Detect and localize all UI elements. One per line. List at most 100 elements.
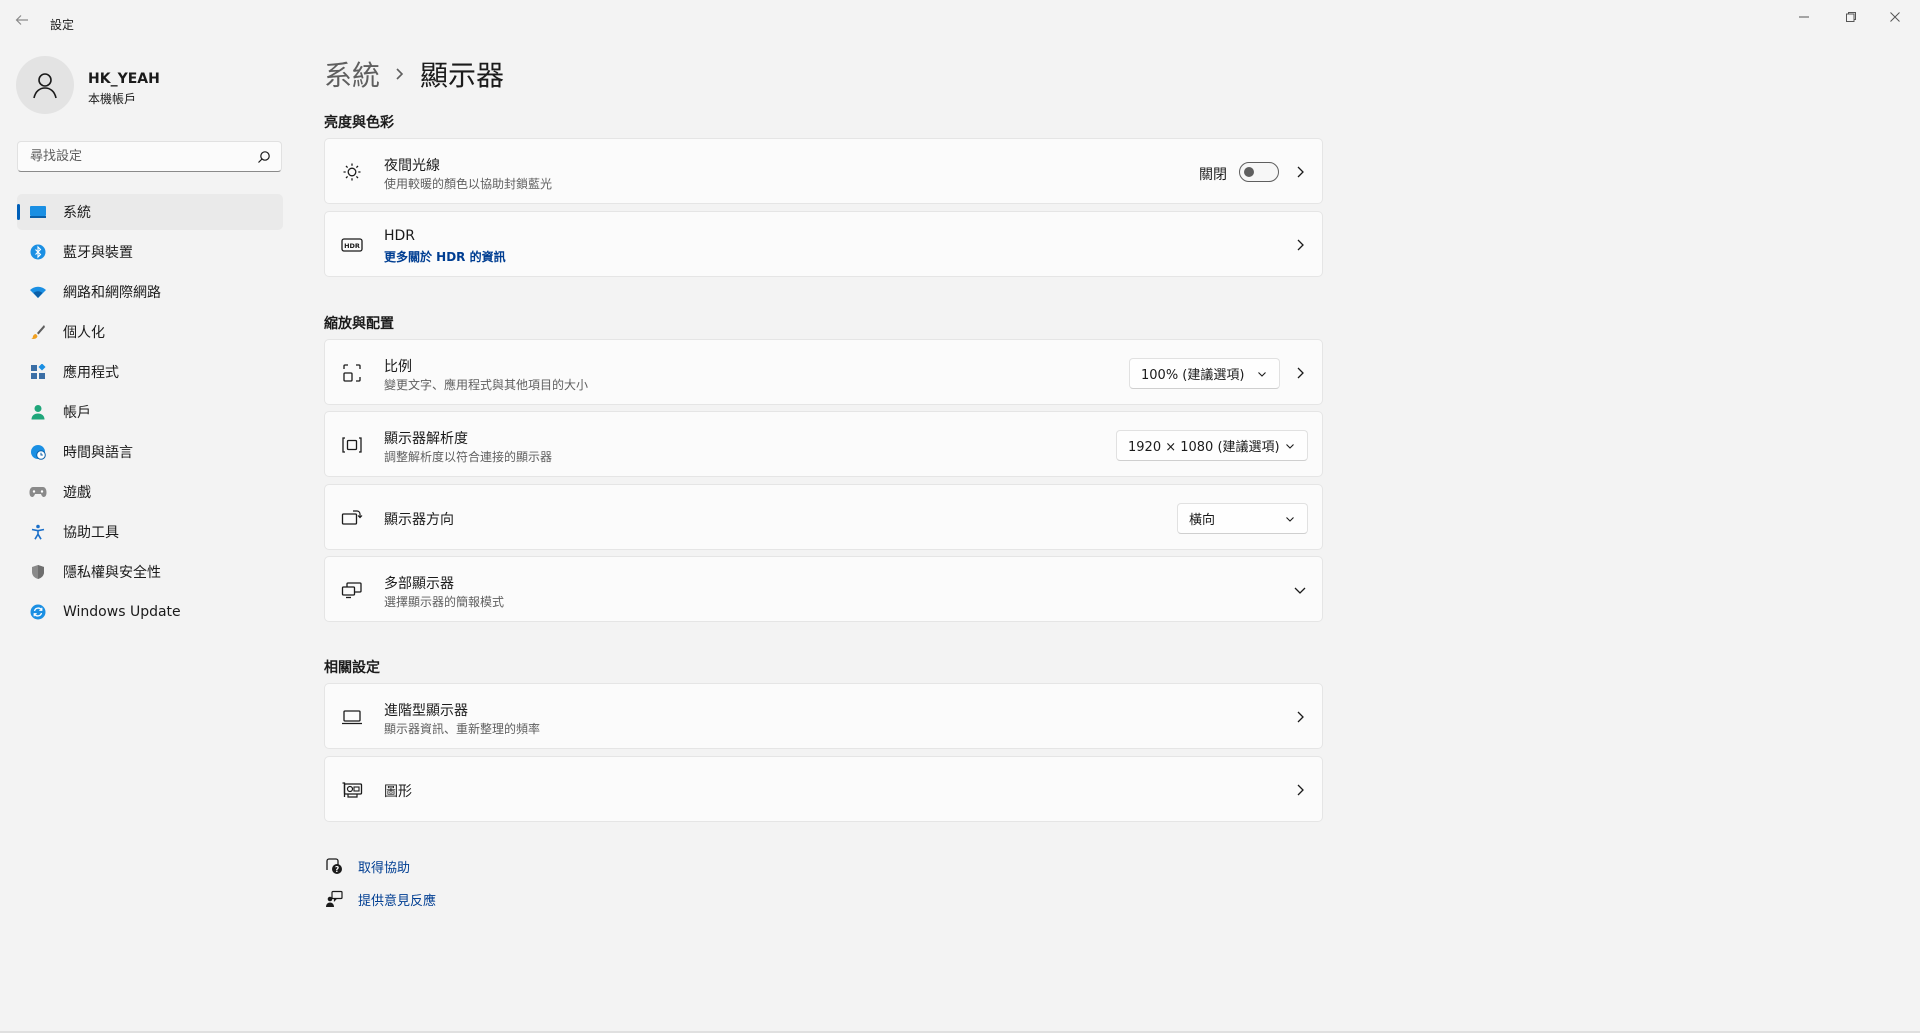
close-icon[interactable] (1873, 4, 1917, 30)
sidebar-item-label: 藍牙與裝置 (63, 245, 133, 261)
orientation-dropdown[interactable]: 橫向 (1177, 503, 1308, 534)
account-icon (27, 401, 49, 423)
sidebar-item-bluetooth[interactable]: 藍牙與裝置 (17, 234, 283, 270)
windows-update-icon (27, 601, 49, 623)
brightness-icon (341, 161, 363, 183)
advanced-display-title: 進階型顯示器 (384, 703, 468, 719)
sidebar-item-label: 協助工具 (63, 525, 119, 541)
account-type: 本機帳戶 (88, 92, 137, 106)
multiple-displays-title: 多部顯示器 (384, 576, 454, 592)
orientation-icon (341, 507, 363, 529)
restore-icon[interactable] (1829, 4, 1873, 30)
feedback-icon (324, 889, 344, 909)
chevron-right-icon[interactable] (1292, 709, 1308, 725)
active-indicator (17, 204, 20, 220)
section-title-scale-layout: 縮放與配置 (324, 316, 394, 332)
svg-text:?: ? (335, 865, 339, 874)
get-help-link[interactable]: ? 取得協助 (324, 856, 410, 876)
breadcrumb-parent[interactable]: 系統 (324, 54, 380, 94)
sidebar-item-gaming[interactable]: 遊戲 (17, 474, 283, 510)
chevron-right-icon (394, 67, 406, 81)
toggle-knob (1244, 167, 1254, 177)
resolution-title: 顯示器解析度 (384, 431, 468, 447)
sidebar-item-windows-update[interactable]: Windows Update (17, 594, 283, 630)
search-icon[interactable] (257, 149, 271, 168)
orientation-dropdown-value: 橫向 (1189, 513, 1216, 528)
resolution-dropdown[interactable]: 1920 × 1080 (建議選項) (1116, 430, 1308, 461)
minimize-icon[interactable] (1782, 4, 1826, 30)
sidebar-item-time-language[interactable]: 時間與語言 (17, 434, 283, 470)
scale-dropdown[interactable]: 100% (建議選項) (1129, 358, 1280, 389)
sidebar-item-label: 網路和網際網路 (63, 285, 161, 301)
graphics-card[interactable]: 圖形 (324, 756, 1323, 822)
multiple-displays-card[interactable]: 多部顯示器 選擇顯示器的簡報模式 (324, 556, 1323, 622)
help-icon: ? (324, 856, 344, 876)
sidebar-item-network[interactable]: 網路和網際網路 (17, 274, 283, 310)
bluetooth-icon (27, 241, 49, 263)
night-light-title: 夜間光線 (384, 158, 440, 174)
chevron-down-icon (1256, 368, 1268, 384)
get-help-label: 取得協助 (358, 860, 411, 876)
resolution-dropdown-value: 1920 × 1080 (建議選項) (1128, 440, 1280, 455)
section-title-brightness: 亮度與色彩 (324, 115, 394, 131)
back-arrow-icon[interactable] (14, 12, 34, 32)
avatar (16, 56, 74, 114)
sidebar-nav: 系統 藍牙與裝置 網路和網際網路 個人化 應用程式 帳戶 時間與語言 遊戲 協助… (17, 194, 283, 634)
time-language-icon (27, 441, 49, 463)
scale-icon (341, 362, 363, 384)
scale-title: 比例 (384, 359, 412, 375)
night-light-card[interactable]: 夜間光線 使用較暖的顏色以協助封鎖藍光 關閉 (324, 138, 1323, 204)
multiple-displays-subtitle: 選擇顯示器的簡報模式 (384, 595, 505, 609)
system-monitor-icon (27, 201, 49, 223)
scale-dropdown-value: 100% (建議選項) (1141, 368, 1245, 383)
title-bar: 設定 (0, 0, 1920, 48)
sidebar-item-privacy[interactable]: 隱私權與安全性 (17, 554, 283, 590)
feedback-label: 提供意見反應 (358, 893, 437, 909)
scale-subtitle: 變更文字、應用程式與其他項目的大小 (384, 378, 589, 392)
hdr-icon: HDR (341, 234, 363, 256)
sidebar-item-label: Windows Update (63, 604, 181, 620)
scale-card[interactable]: 比例 變更文字、應用程式與其他項目的大小 100% (建議選項) (324, 339, 1323, 405)
sidebar-item-label: 帳戶 (63, 405, 91, 421)
shield-icon (27, 561, 49, 583)
user-profile[interactable]: HK_YEAH 本機帳戶 (16, 56, 286, 116)
user-name: HK_YEAH (88, 71, 160, 87)
hdr-card[interactable]: HDR HDR 更多關於 HDR 的資訊 (324, 211, 1323, 277)
sidebar-item-system[interactable]: 系統 (17, 194, 283, 230)
orientation-card: 顯示器方向 橫向 (324, 484, 1323, 550)
chevron-right-icon[interactable] (1292, 164, 1308, 180)
chevron-right-icon[interactable] (1292, 365, 1308, 381)
gamepad-icon (27, 481, 49, 503)
night-light-toggle[interactable] (1239, 162, 1279, 182)
advanced-display-card[interactable]: 進階型顯示器 顯示器資訊、重新整理的頻率 (324, 683, 1323, 749)
accessibility-icon (27, 521, 49, 543)
sidebar-item-accessibility[interactable]: 協助工具 (17, 514, 283, 550)
sidebar-item-accounts[interactable]: 帳戶 (17, 394, 283, 430)
hdr-more-info-link[interactable]: 更多關於 HDR 的資訊 (384, 248, 506, 265)
graphics-card-icon (341, 779, 363, 801)
sidebar-item-label: 個人化 (63, 325, 105, 341)
hdr-title: HDR (384, 228, 416, 244)
resolution-card: 顯示器解析度 調整解析度以符合連接的顯示器 1920 × 1080 (建議選項) (324, 411, 1323, 477)
advanced-display-subtitle: 顯示器資訊、重新整理的頻率 (384, 722, 541, 736)
night-light-toggle-label: 關閉 (1199, 167, 1227, 183)
sidebar-item-label: 隱私權與安全性 (63, 565, 161, 581)
sidebar-item-label: 遊戲 (63, 485, 91, 501)
svg-text:HDR: HDR (344, 242, 360, 250)
search-box[interactable] (17, 141, 282, 172)
feedback-link[interactable]: 提供意見反應 (324, 889, 436, 909)
chevron-right-icon[interactable] (1292, 782, 1308, 798)
sidebar-item-apps[interactable]: 應用程式 (17, 354, 283, 390)
sidebar-item-personalization[interactable]: 個人化 (17, 314, 283, 350)
multiple-displays-icon (341, 579, 363, 601)
section-title-related: 相關設定 (324, 660, 380, 676)
chevron-down-icon[interactable] (1292, 582, 1308, 598)
chevron-down-icon (1284, 440, 1296, 456)
paintbrush-icon (27, 321, 49, 343)
resolution-icon (341, 434, 363, 456)
chevron-right-icon[interactable] (1292, 237, 1308, 253)
search-input[interactable] (28, 148, 252, 165)
apps-icon (27, 361, 49, 383)
app-title: 設定 (50, 18, 75, 32)
wifi-icon (27, 281, 49, 303)
